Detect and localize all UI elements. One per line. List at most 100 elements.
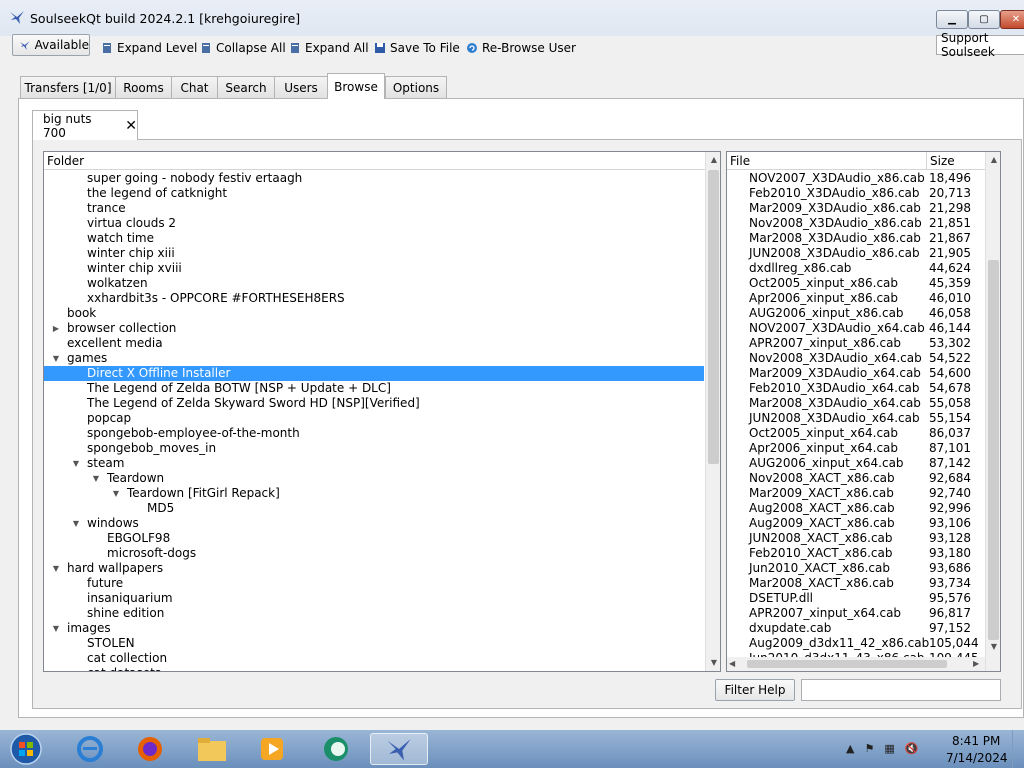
re-browse-user-button[interactable]: Re-Browse User xyxy=(466,38,576,58)
folder-tree[interactable]: Folder super going - nobody festiv ertaa… xyxy=(43,151,721,672)
collapse-arrow-icon[interactable]: ▼ xyxy=(51,621,61,636)
collapse-arrow-icon[interactable]: ▼ xyxy=(91,471,101,486)
taskbar-internet-explorer[interactable] xyxy=(64,733,116,765)
file-scrollbar[interactable]: ▲ ▼ xyxy=(985,152,1000,671)
tree-item[interactable]: the legend of catknight xyxy=(44,186,704,201)
file-row[interactable]: Mar2009_X3DAudio_x64.cab 54,600 xyxy=(727,366,985,381)
file-row[interactable]: Feb2010_X3DAudio_x64.cab 54,678 xyxy=(727,381,985,396)
scroll-left-arrow-icon[interactable]: ◀ xyxy=(729,657,735,671)
file-row[interactable]: Aug2009_d3dx11_42_x86.cab 105,044 xyxy=(727,636,985,651)
tab-users[interactable]: Users xyxy=(274,76,328,98)
file-row[interactable]: Nov2008_X3DAudio_x64.cab 54,522 xyxy=(727,351,985,366)
file-row[interactable]: Oct2005_xinput_x86.cab 45,359 xyxy=(727,276,985,291)
tree-item[interactable]: ▼ Teardown xyxy=(44,471,704,486)
action-center-flag-icon[interactable]: ⚑ xyxy=(864,742,874,755)
tree-item[interactable]: ▶ browser collection xyxy=(44,321,704,336)
file-row[interactable]: AUG2006_xinput_x64.cab 87,142 xyxy=(727,456,985,471)
status-available-button[interactable]: Available xyxy=(12,34,90,56)
tree-item[interactable]: shine edition xyxy=(44,606,704,621)
file-row[interactable]: Mar2009_X3DAudio_x86.cab 21,298 xyxy=(727,201,985,216)
file-row[interactable]: Feb2010_X3DAudio_x86.cab 20,713 xyxy=(727,186,985,201)
file-row[interactable]: Nov2008_XACT_x86.cab 92,684 xyxy=(727,471,985,486)
tree-item[interactable]: ▼ hard wallpapers xyxy=(44,561,704,576)
file-row[interactable]: JUN2008_X3DAudio_x86.cab 21,905 xyxy=(727,246,985,261)
tree-item[interactable]: watch time xyxy=(44,231,704,246)
expand-level-button[interactable]: Expand Level xyxy=(101,38,197,58)
file-row[interactable]: AUG2006_xinput_x86.cab 46,058 xyxy=(727,306,985,321)
tree-item[interactable]: excellent media xyxy=(44,336,704,351)
collapse-arrow-icon[interactable]: ▼ xyxy=(71,456,81,471)
save-to-file-button[interactable]: Save To File xyxy=(374,38,460,58)
tab-rooms[interactable]: Rooms xyxy=(115,76,172,98)
collapse-arrow-icon[interactable]: ▼ xyxy=(51,351,61,366)
tree-item[interactable]: ▼ images xyxy=(44,621,704,636)
file-row[interactable]: APR2007_xinput_x86.cab 53,302 xyxy=(727,336,985,351)
file-row[interactable]: Mar2008_X3DAudio_x86.cab 21,867 xyxy=(727,231,985,246)
tree-item[interactable]: microsoft-dogs xyxy=(44,546,704,561)
scroll-down-arrow-icon[interactable]: ▼ xyxy=(986,639,1000,655)
file-horizontal-scrollbar[interactable]: ◀ ▶ xyxy=(727,657,985,671)
tree-item[interactable]: ▼ Teardown [FitGirl Repack] xyxy=(44,486,704,501)
tree-item[interactable]: The Legend of Zelda BOTW [NSP + Update +… xyxy=(44,381,704,396)
tree-item[interactable]: ▼ windows xyxy=(44,516,704,531)
file-row[interactable]: JUN2008_X3DAudio_x64.cab 55,154 xyxy=(727,411,985,426)
filter-input[interactable] xyxy=(801,679,1001,701)
tab-transfers[interactable]: Transfers [1/0] xyxy=(20,76,116,98)
file-row[interactable]: Aug2009_XACT_x86.cab 93,106 xyxy=(727,516,985,531)
collapse-all-button[interactable]: Collapse All xyxy=(200,38,286,58)
tree-item[interactable]: virtua clouds 2 xyxy=(44,216,704,231)
scroll-thumb[interactable] xyxy=(747,660,947,668)
scroll-down-arrow-icon[interactable]: ▼ xyxy=(706,655,720,671)
tree-item[interactable]: xxhardbit3s - OPPCORE #FORTHESEH8ERS xyxy=(44,291,704,306)
tree-item[interactable]: book xyxy=(44,306,704,321)
file-row[interactable]: Mar2008_X3DAudio_x64.cab 55,058 xyxy=(727,396,985,411)
taskbar-file-explorer[interactable] xyxy=(186,733,238,765)
maximize-button[interactable]: ▢ xyxy=(968,10,1000,29)
file-row[interactable]: Apr2006_xinput_x86.cab 46,010 xyxy=(727,291,985,306)
taskbar-soulseek[interactable] xyxy=(370,733,428,765)
file-row[interactable]: JUN2008_XACT_x86.cab 93,128 xyxy=(727,531,985,546)
file-row[interactable]: Mar2008_XACT_x86.cab 93,734 xyxy=(727,576,985,591)
file-row[interactable]: Apr2006_xinput_x64.cab 87,101 xyxy=(727,441,985,456)
filter-help-button[interactable]: Filter Help xyxy=(715,679,795,701)
scroll-up-arrow-icon[interactable]: ▲ xyxy=(706,152,720,168)
clock-date[interactable]: 7/14/2024 xyxy=(946,751,1008,765)
tab-options[interactable]: Options xyxy=(385,76,447,98)
file-row[interactable]: dxdllreg_x86.cab 44,624 xyxy=(727,261,985,276)
file-row[interactable]: Jun2010_XACT_x86.cab 93,686 xyxy=(727,561,985,576)
start-button[interactable] xyxy=(0,733,52,765)
support-soulseek-button[interactable]: Support Soulseek xyxy=(936,31,1024,59)
volume-muted-icon[interactable]: 🔇 xyxy=(905,742,919,755)
collapse-arrow-icon[interactable]: ▼ xyxy=(51,561,61,576)
file-row[interactable]: Nov2008_X3DAudio_x86.cab 21,851 xyxy=(727,216,985,231)
tree-item[interactable]: super going - nobody festiv ertaagh xyxy=(44,171,704,186)
file-row[interactable]: DSETUP.dll 95,576 xyxy=(727,591,985,606)
tab-browse[interactable]: Browse xyxy=(327,73,385,99)
file-row[interactable]: Oct2005_xinput_x64.cab 86,037 xyxy=(727,426,985,441)
size-column-header[interactable]: Size xyxy=(927,152,985,170)
folder-scrollbar[interactable]: ▲ ▼ xyxy=(705,152,720,671)
tree-item[interactable]: The Legend of Zelda Skyward Sword HD [NS… xyxy=(44,396,704,411)
scroll-thumb[interactable] xyxy=(708,170,719,464)
close-window-button[interactable]: ✕ xyxy=(1000,10,1024,29)
expand-all-button[interactable]: Expand All xyxy=(289,38,369,58)
tree-item[interactable]: EBGOLF98 xyxy=(44,531,704,546)
tree-item[interactable]: popcap xyxy=(44,411,704,426)
tab-chat[interactable]: Chat xyxy=(171,76,218,98)
taskbar-media-player[interactable] xyxy=(246,733,298,765)
show-desktop-button[interactable] xyxy=(1012,730,1024,768)
file-row[interactable]: Aug2008_XACT_x86.cab 92,996 xyxy=(727,501,985,516)
tree-item[interactable]: spongebob-employee-of-the-month xyxy=(44,426,704,441)
scroll-right-arrow-icon[interactable]: ▶ xyxy=(973,657,979,671)
tree-item[interactable]: winter chip xviii xyxy=(44,261,704,276)
close-tab-icon[interactable]: ✕ xyxy=(125,118,137,134)
tree-item[interactable]: future xyxy=(44,576,704,591)
expand-arrow-icon[interactable]: ▶ xyxy=(51,321,61,336)
scroll-up-arrow-icon[interactable]: ▲ xyxy=(986,152,1000,168)
folder-column-header[interactable]: Folder xyxy=(44,152,705,170)
tray-expand-icon[interactable]: ▲ xyxy=(846,742,854,755)
file-row[interactable]: APR2007_xinput_x64.cab 96,817 xyxy=(727,606,985,621)
file-row[interactable]: NOV2007_X3DAudio_x86.cab 18,496 xyxy=(727,171,985,186)
tree-item[interactable]: wolkatzen xyxy=(44,276,704,291)
file-list[interactable]: File Size NOV2007_X3DAudio_x86.cab 18,496… xyxy=(726,151,1001,672)
